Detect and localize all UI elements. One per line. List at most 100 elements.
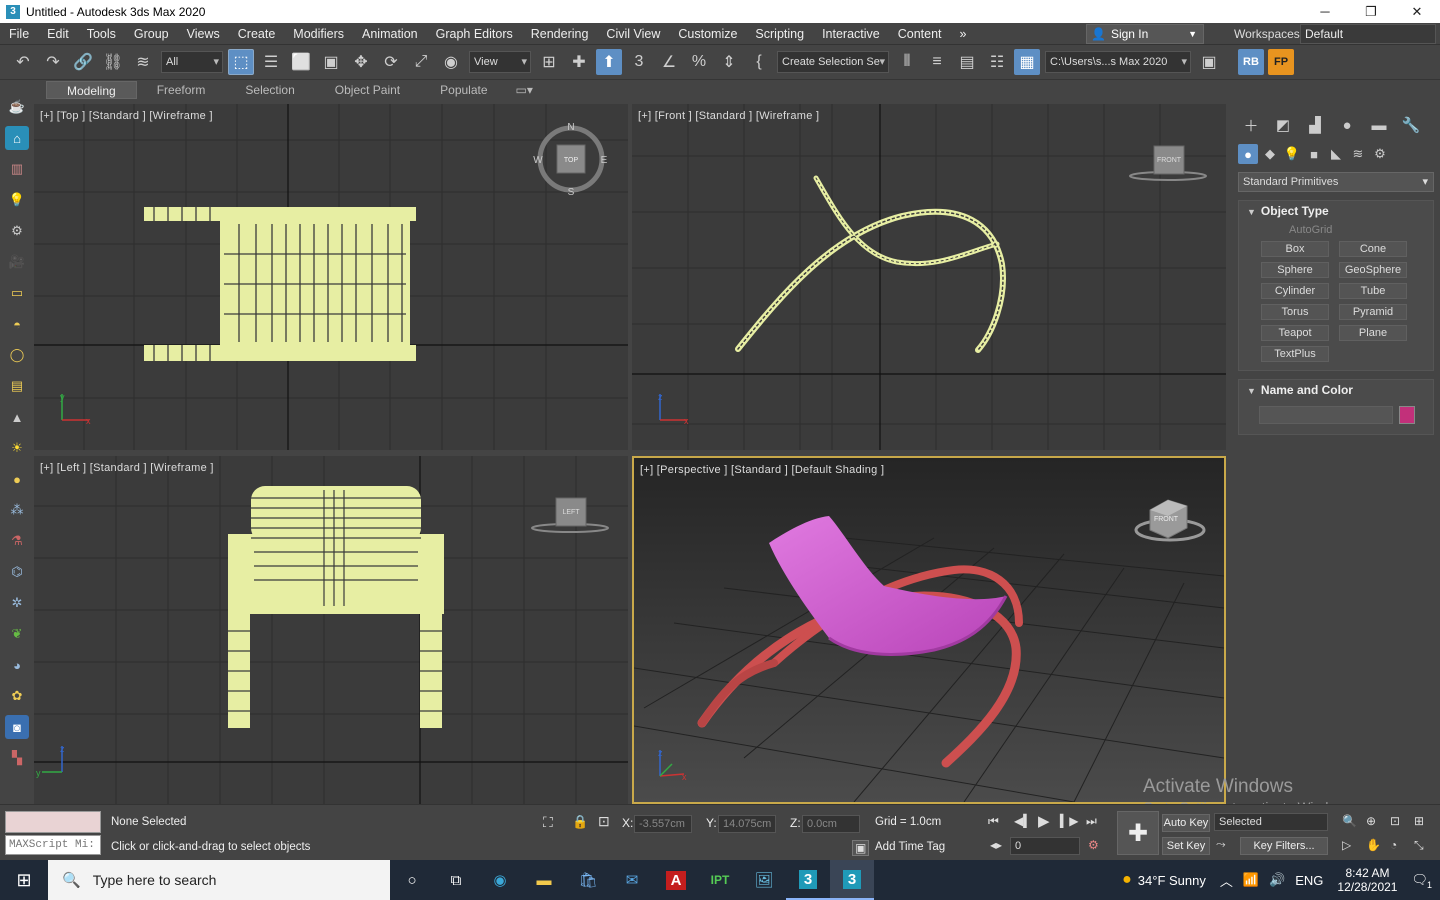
render-sphere-icon[interactable]: ◕ — [5, 653, 29, 677]
menu-scripting[interactable]: Scripting — [746, 27, 813, 41]
menu-views[interactable]: Views — [178, 27, 229, 41]
tab-selection[interactable]: Selection — [225, 81, 314, 99]
key-filters-button[interactable]: Key Filters... — [1240, 837, 1328, 855]
taskbar-search[interactable]: 🔍 Type here to search — [48, 860, 390, 900]
zoom-all-icon[interactable]: ⊕ — [1366, 814, 1376, 828]
orbit-icon[interactable]: ◔ — [1390, 838, 1397, 852]
workspace-dropdown[interactable]: Default — [1300, 24, 1436, 44]
absolute-mode-icon[interactable]: ⊡ — [598, 813, 610, 830]
file-explorer-icon[interactable]: ▬ — [522, 860, 566, 900]
notification-icon[interactable]: 🗨 1 — [1411, 872, 1432, 890]
maxscript-listener-output[interactable] — [5, 811, 101, 833]
pyramid-button[interactable]: Pyramid — [1339, 304, 1407, 320]
object-name-field[interactable] — [1259, 406, 1393, 424]
3dsmax-taskbar-icon-2[interactable]: 3 — [830, 860, 874, 900]
rect-selection-icon[interactable]: ⬜ — [288, 49, 314, 75]
autogrid-checkbox[interactable]: AutoGrid — [1239, 221, 1433, 239]
rotate-icon[interactable]: ⟳ — [378, 49, 404, 75]
align-icon[interactable]: ≡ — [924, 49, 950, 75]
previous-frame-icon[interactable]: ◀▍ — [1014, 814, 1032, 828]
cylinder-button[interactable]: Cylinder — [1261, 283, 1329, 299]
viewport-layout-icon[interactable]: ⌂ — [5, 126, 29, 150]
menu-tools[interactable]: Tools — [78, 27, 125, 41]
place-icon[interactable]: ◉ — [438, 49, 464, 75]
set-key-button[interactable]: Set Key — [1162, 837, 1210, 855]
render-frame-window-icon[interactable]: ▚ — [5, 746, 29, 770]
utilities-tab-icon[interactable]: 🔧 — [1398, 114, 1424, 136]
viewport-left-label[interactable]: [+] [Left ] [Standard ] [Wireframe ] — [40, 462, 214, 474]
material-editor-icon[interactable]: ⚙ — [5, 219, 29, 243]
y-coord-field[interactable]: 14.075cm — [718, 815, 776, 833]
next-frame-icon[interactable]: ▍▶ — [1060, 814, 1078, 828]
space-warps-icon[interactable]: ≋ — [1348, 144, 1368, 164]
tab-object-paint[interactable]: Object Paint — [315, 81, 420, 99]
viewport-left[interactable]: LEFT z y [+] [Left ] [Standard ] [Wirefr… — [34, 456, 628, 804]
percent-snap-icon[interactable]: % — [686, 49, 712, 75]
selection-set-dropdown[interactable]: Create Selection Se — [777, 51, 889, 73]
task-view-icon[interactable]: ⧉ — [434, 860, 478, 900]
tube-button[interactable]: Tube — [1339, 283, 1407, 299]
store-icon[interactable]: 🛍 — [566, 860, 610, 900]
menu-animation[interactable]: Animation — [353, 27, 427, 41]
primitive-category-dropdown[interactable]: Standard Primitives — [1238, 172, 1434, 192]
textplus-button[interactable]: TextPlus — [1261, 346, 1329, 362]
isolate-selection-icon[interactable]: ⛶ — [543, 814, 553, 831]
show-hidden-icons-icon[interactable]: ︿ — [1220, 871, 1233, 890]
menu-interactive[interactable]: Interactive — [813, 27, 889, 41]
menu-civil-view[interactable]: Civil View — [597, 27, 669, 41]
snaps-toggle-icon[interactable]: 3 — [626, 49, 652, 75]
maxscript-mini-listener[interactable]: MAXScript Mi: — [5, 835, 101, 855]
cameras-icon[interactable]: ■ — [1304, 144, 1324, 164]
pivot-center-icon[interactable]: ⊞ — [536, 49, 562, 75]
viewcube-left-label[interactable]: LEFT — [562, 509, 580, 516]
3dsmax-taskbar-icon-1[interactable]: 3 — [786, 860, 830, 900]
display-tab-icon[interactable]: ▬ — [1366, 114, 1392, 136]
redo-icon[interactable]: ↷ — [40, 49, 66, 75]
create-tab-icon[interactable]: ＋ — [1238, 114, 1264, 136]
key-mode-icon[interactable]: ⚙ — [1088, 838, 1099, 852]
go-to-start-icon[interactable]: ⏮ — [988, 814, 999, 829]
motion-tab-icon[interactable]: ● — [1334, 114, 1360, 136]
spinner-snap-icon[interactable]: ⇕ — [716, 49, 742, 75]
angle-snap-icon[interactable]: ∠ — [656, 49, 682, 75]
foliage-icon[interactable]: ❦ — [5, 622, 29, 646]
bind-spacewarp-icon[interactable]: ≋ — [130, 49, 156, 75]
weather-icon[interactable]: ● — [1122, 871, 1132, 889]
hierarchy-tab-icon[interactable]: ▟ — [1302, 114, 1328, 136]
z-coord-field[interactable]: 0.0cm — [802, 815, 860, 833]
modify-tab-icon[interactable]: ◩ — [1270, 114, 1296, 136]
lights-icon[interactable]: 💡 — [1282, 144, 1302, 164]
menu-group[interactable]: Group — [125, 27, 178, 41]
current-frame-field[interactable]: 0 — [1010, 837, 1080, 855]
move-icon[interactable]: ✥ — [348, 49, 374, 75]
mail-icon[interactable]: ✉ — [610, 860, 654, 900]
named-selection-icon[interactable]: { — [746, 49, 772, 75]
tab-populate[interactable]: Populate — [420, 81, 507, 99]
menu-file[interactable]: File — [0, 27, 38, 41]
windows-start-icon[interactable]: ⊞ — [0, 860, 48, 900]
camera-icon[interactable]: 🎥 — [5, 250, 29, 274]
box-primitive-icon[interactable]: ▭ — [5, 281, 29, 305]
viewport-top[interactable]: TOP N S E W y x [+] [Top ] [Standard ] [… — [34, 104, 628, 450]
set-key-big-icon[interactable]: ✚ — [1117, 811, 1159, 855]
photos-icon[interactable]: 🖼 — [742, 860, 786, 900]
torus-button[interactable]: Torus — [1261, 304, 1329, 320]
ipt-app-icon[interactable]: IPT — [698, 860, 742, 900]
teapot-icon[interactable]: ☕ — [5, 95, 29, 119]
cortana-icon[interactable]: ○ — [390, 860, 434, 900]
reference-coord-dropdown[interactable]: View — [469, 51, 531, 73]
object-color-swatch[interactable] — [1399, 406, 1415, 424]
window-crossing-icon[interactable]: ▣ — [318, 49, 344, 75]
project-folder-icon[interactable]: ▣ — [1196, 49, 1222, 75]
geometry-icon[interactable]: ● — [1238, 144, 1258, 164]
mirror-icon[interactable]: ⫴ — [894, 49, 920, 75]
viewport-front[interactable]: FRONT z x [+] [Front ] [Standard ] [Wire… — [632, 104, 1226, 450]
menu-modifiers[interactable]: Modifiers — [284, 27, 353, 41]
select-object-icon[interactable]: ⬚ — [228, 49, 254, 75]
name-color-header[interactable]: ▼ Name and Color — [1239, 380, 1433, 400]
render-frame-icon[interactable]: ▥ — [5, 157, 29, 181]
menu-customize[interactable]: Customize — [669, 27, 746, 41]
viewcube-top-label[interactable]: TOP — [564, 157, 579, 164]
pan-icon[interactable]: ✋ — [1366, 838, 1381, 852]
menu-create[interactable]: Create — [229, 27, 285, 41]
